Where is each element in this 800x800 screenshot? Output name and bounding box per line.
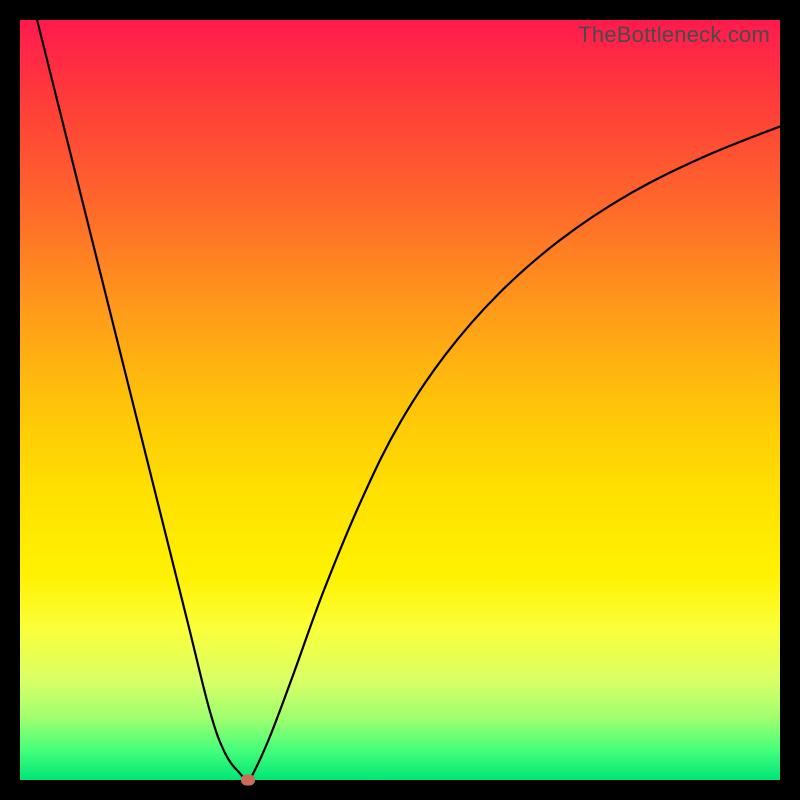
watermark-text: TheBottleneck.com (578, 22, 770, 48)
minimum-marker (241, 775, 255, 786)
bottleneck-curve (20, 20, 780, 780)
chart-plot-area: TheBottleneck.com (20, 20, 780, 780)
